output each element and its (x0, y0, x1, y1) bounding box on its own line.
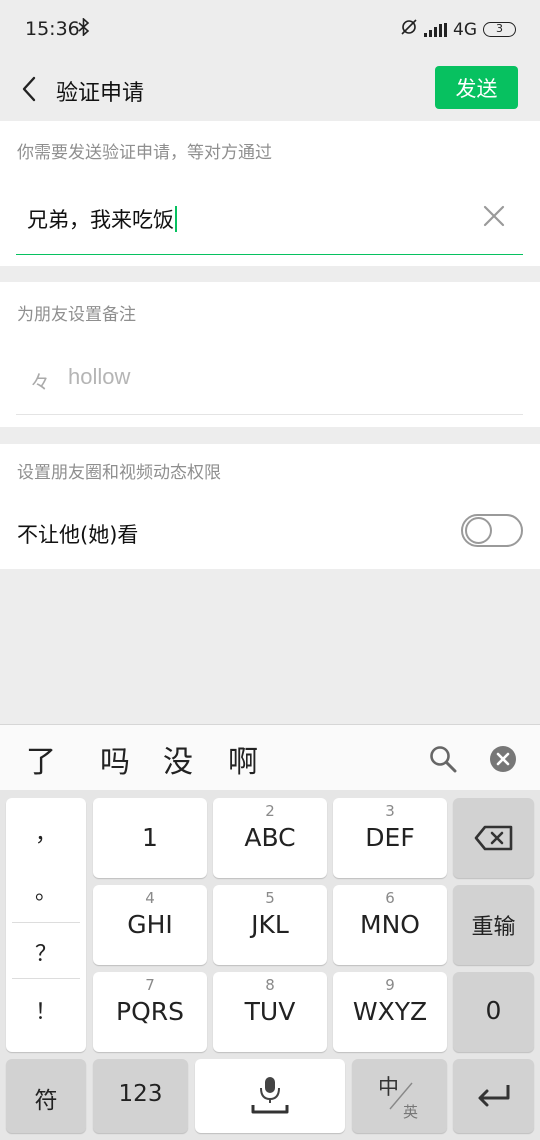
key-7[interactable]: 7 PQRS (93, 972, 207, 1052)
key-letters: ABC (244, 823, 296, 852)
key-number: 2 (265, 802, 275, 820)
punctuation-column: ， 。 ？ ！ (6, 798, 86, 1052)
key-letters: PQRS (116, 997, 184, 1026)
key-number: 8 (265, 976, 275, 994)
reenter-key[interactable]: 重输 (453, 885, 534, 965)
key-number: 5 (265, 889, 275, 907)
status-bar: 15:36 4G 3 (0, 0, 540, 58)
candidate-word[interactable]: 吗 (100, 737, 130, 781)
key-5[interactable]: 5 JKL (213, 885, 327, 965)
request-label: 你需要发送验证申请，等对方通过 (17, 143, 272, 163)
close-keyboard-icon[interactable] (488, 744, 518, 774)
microphone-icon (251, 1077, 289, 1114)
remark-icon: 々 (30, 370, 50, 394)
backspace-key[interactable] (453, 798, 534, 878)
remark-section: 为朋友设置备注 々 hollow (0, 282, 540, 427)
key-1[interactable]: 1 (93, 798, 207, 878)
status-icons: 4G 3 (400, 18, 516, 41)
key-label: 重输 (471, 915, 516, 940)
permissions-label: 设置朋友圈和视频动态权限 (17, 463, 221, 483)
key-number: 4 (145, 889, 155, 907)
remark-input[interactable]: hollow (68, 364, 130, 390)
key-label: 1 (142, 823, 158, 852)
numeric-key[interactable]: 123 (93, 1059, 188, 1133)
key-number: 6 (385, 889, 395, 907)
text-cursor (175, 206, 177, 232)
space-key[interactable] (195, 1059, 345, 1133)
key-8[interactable]: 8 TUV (213, 972, 327, 1052)
divider (12, 978, 80, 979)
candidate-word[interactable]: 没 (163, 737, 193, 781)
key-letters: MNO (360, 910, 420, 939)
key-letters: JKL (251, 910, 289, 939)
divider (12, 922, 80, 923)
enter-icon (478, 1085, 510, 1107)
key-6[interactable]: 6 MNO (333, 885, 447, 965)
key-letters: WXYZ (352, 997, 428, 1026)
request-input-row: 兄弟，我来吃饭 (16, 181, 523, 255)
enter-key[interactable] (453, 1059, 534, 1133)
key-label: 123 (118, 1081, 163, 1107)
punct-key[interactable]: 。 (6, 874, 86, 906)
candidate-word[interactable]: 了 (26, 737, 56, 781)
bluetooth-icon (78, 17, 90, 41)
back-button[interactable] (16, 72, 42, 106)
request-input[interactable]: 兄弟，我来吃饭 (27, 204, 177, 234)
mute-alarm-icon (400, 18, 418, 41)
punct-key[interactable]: ， (6, 816, 86, 848)
status-time: 15:36 (25, 18, 80, 40)
key-letters: TUV (244, 997, 296, 1026)
permissions-section: 设置朋友圈和视频动态权限 不让他(她)看 (0, 444, 540, 569)
language-switch-key[interactable]: 中 英 (352, 1059, 447, 1133)
key-number: 9 (385, 976, 395, 994)
key-number: 3 (385, 802, 395, 820)
clear-icon[interactable] (481, 203, 507, 229)
key-9[interactable]: 9 WXYZ (333, 972, 447, 1052)
lang-alt: 英 (403, 1103, 419, 1121)
nav-bar: 验证申请 发送 (0, 58, 540, 120)
keyboard: ， 。 ？ ！ 1 2 ABC 3 DEF 4 GHI 5 JKL 6 MNO … (0, 790, 540, 1140)
chevron-left-icon (22, 76, 36, 102)
signal-icon (424, 22, 447, 37)
search-icon[interactable] (428, 744, 458, 774)
request-input-value: 兄弟，我来吃饭 (27, 208, 174, 232)
key-number: 7 (145, 976, 155, 994)
candidate-word[interactable]: 啊 (228, 737, 258, 781)
key-2[interactable]: 2 ABC (213, 798, 327, 878)
battery-icon: 3 (483, 22, 516, 37)
punct-key[interactable]: ！ (6, 994, 86, 1026)
key-label: 符 (34, 1088, 58, 1114)
candidate-bar: 了 吗 没 啊 (0, 724, 540, 790)
request-section: 你需要发送验证申请，等对方通过 兄弟，我来吃饭 (0, 121, 540, 266)
remark-label: 为朋友设置备注 (17, 305, 136, 325)
symbol-key[interactable]: 符 (6, 1059, 86, 1133)
key-letters: GHI (127, 910, 173, 939)
send-button[interactable]: 发送 (435, 66, 518, 109)
toggle-knob (465, 517, 492, 544)
backspace-icon (474, 825, 513, 851)
page-title: 验证申请 (56, 81, 145, 106)
key-4[interactable]: 4 GHI (93, 885, 207, 965)
key-label: 0 (485, 996, 502, 1025)
key-3[interactable]: 3 DEF (333, 798, 447, 878)
key-letters: DEF (365, 823, 415, 852)
remark-input-row[interactable]: 々 hollow (16, 344, 523, 415)
network-type: 4G (453, 19, 477, 40)
key-0[interactable]: 0 (453, 972, 534, 1052)
punct-key[interactable]: ？ (6, 936, 86, 968)
hide-moments-toggle[interactable] (461, 514, 523, 547)
hide-moments-label: 不让他(她)看 (17, 523, 139, 547)
